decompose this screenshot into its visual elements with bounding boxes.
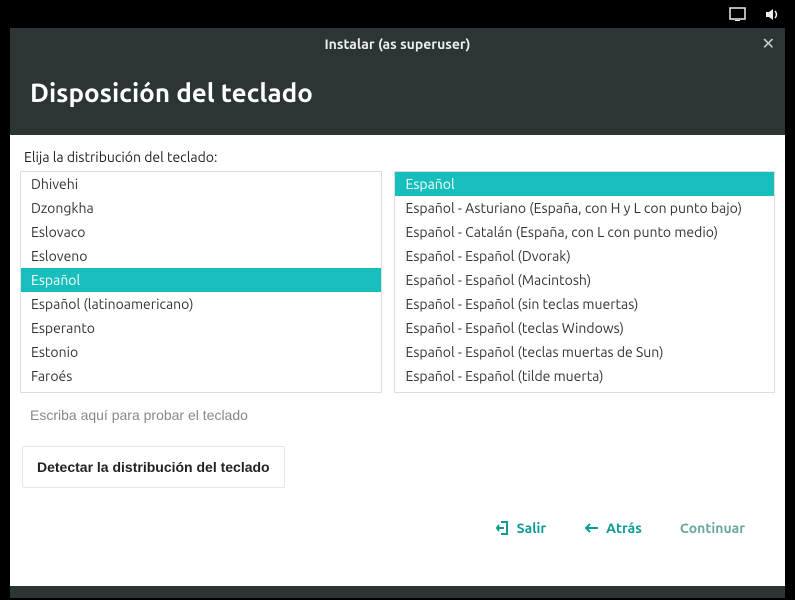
detect-layout-button[interactable]: Detectar la distribución del teclado [22,446,285,488]
installer-window: Instalar (as superuser) ✕ Disposición de… [10,28,785,586]
page-title: Disposición del teclado [10,60,785,135]
list-item[interactable]: Español - Español (sin teclas muertas) [395,292,774,316]
back-button[interactable]: Atrás [584,520,642,536]
exit-icon [495,520,511,536]
exit-label: Salir [517,520,547,536]
list-item[interactable]: Español - Catalán (España, con L con pun… [395,220,774,244]
arrow-left-icon [584,522,600,534]
content-area: Elija la distribución del teclado: Dhive… [10,135,785,586]
volume-icon[interactable] [764,7,781,22]
list-item[interactable]: Esloveno [21,244,381,268]
display-icon[interactable] [729,7,746,22]
layout-prompt: Elija la distribución del teclado: [24,149,771,165]
list-item[interactable]: Español - Español (teclas Windows) [395,316,774,340]
list-item[interactable]: Español [395,172,774,196]
system-topbar [0,0,795,28]
exit-button[interactable]: Salir [495,520,547,536]
list-item[interactable]: Español - Español (Dvorak) [395,244,774,268]
variant-listbox[interactable]: EspañolEspañol - Asturiano (España, con … [394,171,775,393]
list-item[interactable]: Estonio [21,340,381,364]
list-item[interactable]: Español (latinoamericano) [21,292,381,316]
footer-buttons: Salir Atrás Continuar [20,496,775,546]
bottom-bar [10,586,785,598]
list-item[interactable]: Español - Español (teclas muertas de Sun… [395,340,774,364]
list-item[interactable]: Dhivehi [21,172,381,196]
continue-button[interactable]: Continuar [680,520,745,536]
keyboard-test-input[interactable] [20,393,775,438]
list-item[interactable]: Español - Asturiano (España, con H y L c… [395,196,774,220]
layout-lists: DhivehiDzongkhaEslovacoEslovenoEspañolEs… [20,171,775,393]
list-item[interactable]: Faroés [21,364,381,388]
window-titlebar: Instalar (as superuser) ✕ [10,28,785,60]
list-item[interactable]: Esperanto [21,316,381,340]
list-item[interactable]: Español - Español (tilde muerta) [395,364,774,388]
list-item[interactable]: Eslovaco [21,220,381,244]
list-item[interactable]: Español [21,268,381,292]
language-listbox[interactable]: DhivehiDzongkhaEslovacoEslovenoEspañolEs… [20,171,382,393]
back-label: Atrás [606,520,642,536]
list-item[interactable]: Español - Español (Macintosh) [395,268,774,292]
window-title: Instalar (as superuser) [324,36,470,52]
list-item[interactable]: Dzongkha [21,196,381,220]
close-icon[interactable]: ✕ [762,34,775,53]
continue-label: Continuar [680,520,745,536]
